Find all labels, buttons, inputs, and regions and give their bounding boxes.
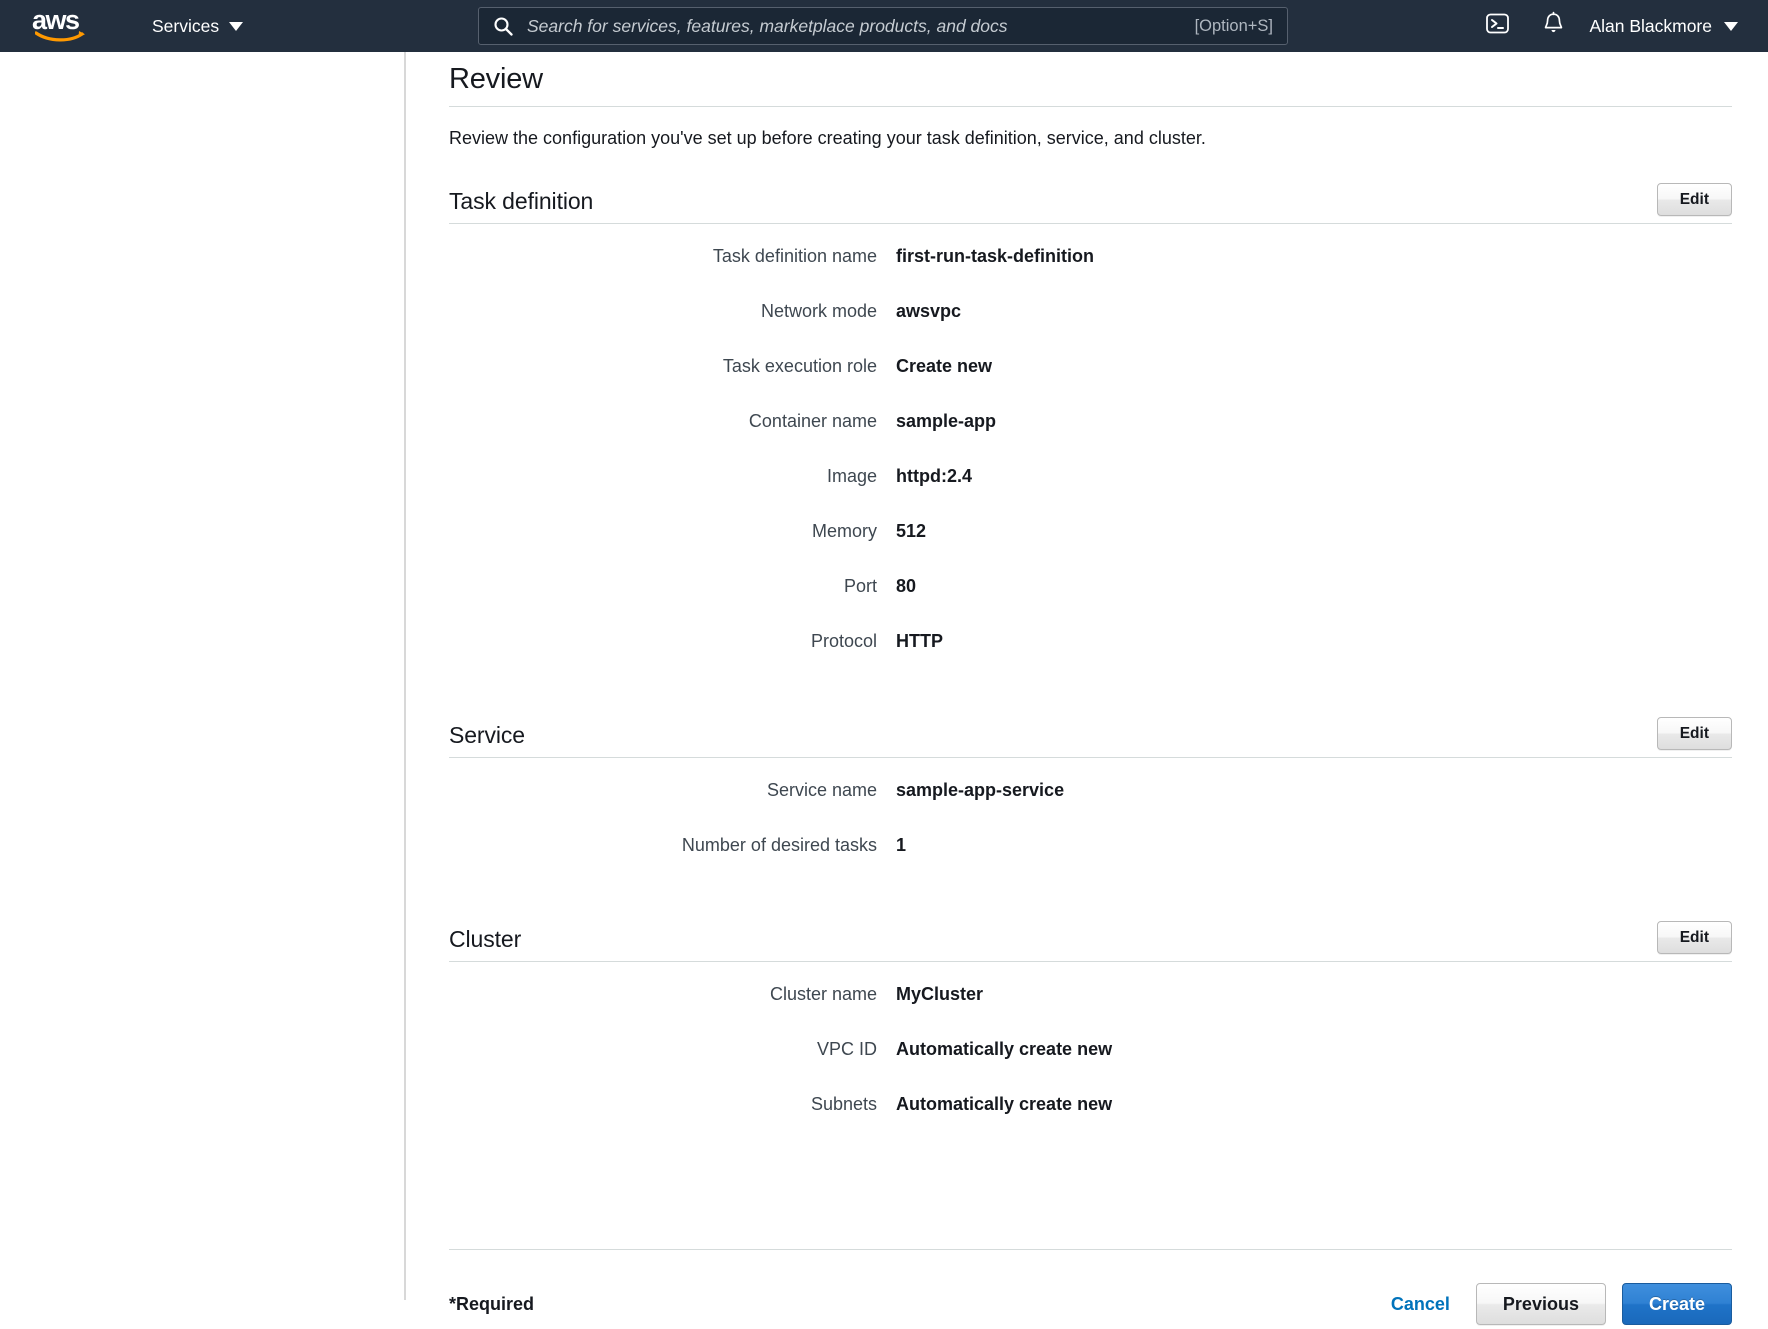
edit-task-definition-button[interactable]: Edit: [1656, 183, 1732, 216]
required-note: *Required: [449, 1293, 535, 1314]
detail-label: Task execution role: [722, 356, 877, 376]
service-details: Service name sample-app-service Number o…: [449, 778, 1732, 888]
page-title: Review: [449, 63, 543, 95]
cancel-button[interactable]: Cancel: [1381, 1288, 1460, 1321]
detail-row: Task definition name first-run-task-defi…: [449, 244, 1732, 299]
page-description: Review the configuration you've set up b…: [449, 128, 1206, 148]
chevron-down-icon: [229, 21, 244, 31]
detail-value: sample-app: [896, 411, 997, 431]
cluster-details: Cluster name MyCluster VPC ID Automatica…: [449, 982, 1732, 1147]
detail-label: Task definition name: [712, 246, 877, 266]
user-account-menu[interactable]: Alan Blackmore: [1581, 0, 1750, 52]
navigation-right-cluster: Alan Blackmore: [1469, 0, 1750, 52]
task-definition-details: Task definition name first-run-task-defi…: [449, 244, 1732, 684]
detail-label: Number of desired tasks: [681, 835, 877, 855]
detail-label: VPC ID: [816, 1039, 877, 1059]
previous-button[interactable]: Previous: [1475, 1283, 1606, 1325]
section-service: Service Edit Service name sample-app-ser…: [449, 716, 1732, 888]
chevron-down-icon: [1724, 21, 1738, 31]
aws-logo-wordmark: aws: [32, 5, 80, 35]
section-header: Service Edit: [449, 716, 1732, 750]
detail-row: Network mode awsvpc: [449, 299, 1732, 354]
detail-label: Port: [843, 576, 877, 596]
detail-row: Protocol HTTP: [449, 629, 1732, 684]
detail-label: Container name: [748, 411, 877, 431]
search-input[interactable]: [527, 15, 1183, 37]
detail-row: Cluster name MyCluster: [449, 982, 1732, 1037]
detail-value: Automatically create new: [896, 1094, 1113, 1114]
section-task-definition: Task definition Edit Task definition nam…: [449, 182, 1732, 684]
section-title: Task definition: [449, 188, 594, 214]
detail-value: 80: [896, 576, 917, 596]
detail-label: Network mode: [760, 301, 877, 321]
search-shortcut-hint: [Option+S]: [1194, 16, 1273, 35]
footer-divider: [449, 1249, 1732, 1250]
section-title: Service: [449, 722, 525, 748]
aws-logo[interactable]: aws: [32, 5, 94, 43]
detail-label: Cluster name: [769, 984, 877, 1004]
detail-label: Protocol: [810, 631, 877, 651]
detail-label: Memory: [811, 521, 877, 541]
detail-row: VPC ID Automatically create new: [449, 1037, 1732, 1092]
left-sidebar-rail: [0, 52, 406, 1300]
section-divider: [449, 757, 1732, 758]
bell-icon: [1541, 11, 1566, 41]
section-title: Cluster: [449, 926, 522, 952]
detail-value: first-run-task-definition: [896, 246, 1094, 266]
user-name-label: Alan Blackmore: [1589, 15, 1712, 36]
section-header: Task definition Edit: [449, 182, 1732, 216]
title-divider: [449, 106, 1732, 107]
global-navigation-bar: aws Services [Option+S]: [0, 0, 1768, 52]
edit-cluster-button[interactable]: Edit: [1656, 921, 1732, 954]
page-body: Review Review the configuration you've s…: [0, 52, 1768, 1325]
section-divider: [449, 223, 1732, 224]
services-menu-button[interactable]: Services: [152, 15, 244, 37]
detail-value: 1: [896, 835, 907, 855]
edit-service-button[interactable]: Edit: [1656, 717, 1732, 750]
section-divider: [449, 961, 1732, 962]
detail-value: HTTP: [896, 631, 943, 651]
detail-label: Service name: [766, 780, 877, 800]
detail-row: Service name sample-app-service: [449, 778, 1732, 833]
section-header: Cluster Edit: [449, 920, 1732, 954]
detail-label: Subnets: [810, 1094, 877, 1114]
wizard-footer: *Required Cancel Previous Create: [449, 1279, 1732, 1329]
main-content: Review Review the configuration you've s…: [408, 52, 1768, 1300]
detail-value: MyCluster: [896, 984, 984, 1004]
create-button[interactable]: Create: [1621, 1283, 1732, 1325]
detail-row: Container name sample-app: [449, 409, 1732, 464]
terminal-icon: [1485, 11, 1510, 41]
detail-value: 512: [896, 521, 927, 541]
detail-row: Memory 512: [449, 519, 1732, 574]
detail-label: Image: [826, 466, 877, 486]
footer-actions: Cancel Previous Create: [1381, 1283, 1732, 1325]
detail-value: awsvpc: [896, 301, 962, 321]
detail-value: Create new: [896, 356, 993, 376]
detail-value: Automatically create new: [896, 1039, 1113, 1059]
services-menu-label: Services: [152, 15, 220, 36]
detail-row: Subnets Automatically create new: [449, 1092, 1732, 1147]
content-inner: Review Review the configuration you've s…: [449, 52, 1732, 1147]
section-cluster: Cluster Edit Cluster name MyCluster VPC …: [449, 920, 1732, 1147]
detail-row: Task execution role Create new: [449, 354, 1732, 409]
detail-value: sample-app-service: [896, 780, 1065, 800]
aws-logo-smile-icon: [35, 29, 87, 43]
detail-row: Number of desired tasks 1: [449, 833, 1732, 888]
detail-row: Image httpd:2.4: [449, 464, 1732, 519]
search-icon: [493, 16, 513, 36]
global-search-box[interactable]: [Option+S]: [478, 7, 1288, 45]
detail-value: httpd:2.4: [896, 466, 972, 486]
detail-row: Port 80: [449, 574, 1732, 629]
cloudshell-button[interactable]: [1469, 0, 1525, 52]
notifications-button[interactable]: [1525, 0, 1581, 52]
